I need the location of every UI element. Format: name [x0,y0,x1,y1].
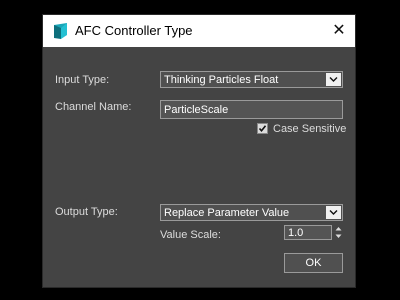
dialog-title: AFC Controller Type [75,23,193,38]
input-type-value: Thinking Particles Float [164,74,279,86]
spinner-arrows-icon[interactable] [333,225,344,240]
value-scale-label: Value Scale: [160,229,221,241]
output-type-dropdown[interactable]: Replace Parameter Value [160,204,343,221]
chevron-down-icon [326,73,341,86]
channel-name-input[interactable] [161,101,342,118]
input-type-dropdown[interactable]: Thinking Particles Float [160,71,343,88]
channel-name-field[interactable] [160,100,343,119]
value-scale-input[interactable] [285,226,331,239]
value-scale-field[interactable] [284,225,332,240]
input-type-label: Input Type: [55,74,110,86]
chevron-down-icon [326,206,341,219]
ok-button[interactable]: OK [284,253,343,273]
case-sensitive-checkbox[interactable] [257,123,268,134]
checkmark-icon [258,125,267,133]
case-sensitive-label: Case Sensitive [273,123,347,135]
output-type-value: Replace Parameter Value [164,207,290,219]
3ds-max-icon [54,23,67,39]
close-icon: ✕ [332,22,346,39]
channel-name-label: Channel Name: [55,101,132,113]
close-button[interactable]: ✕ [329,21,349,41]
afc-controller-type-dialog: AFC Controller Type ✕ Input Type: Thinki… [42,14,356,288]
title-bar[interactable]: AFC Controller Type ✕ [43,15,355,47]
output-type-label: Output Type: [55,206,118,218]
